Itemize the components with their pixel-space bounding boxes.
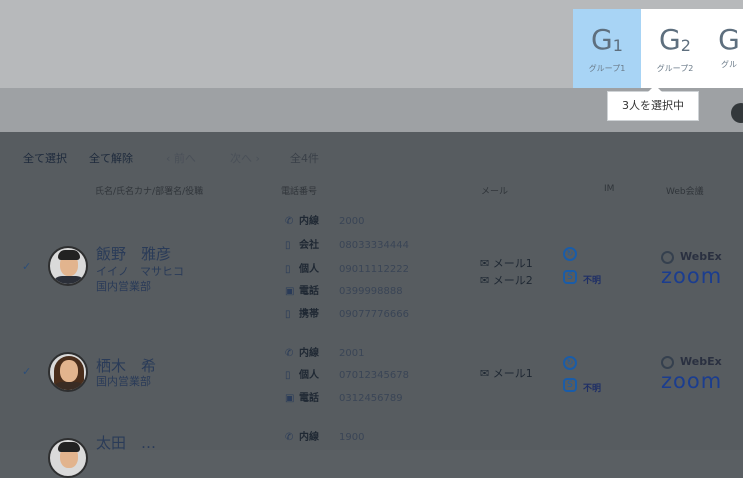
avatar <box>48 352 88 392</box>
phone-row[interactable]: ▯ 携帯 09077776666 <box>285 305 409 320</box>
select-all-link[interactable]: 全て選択 <box>23 150 67 166</box>
header-mail[interactable]: メール <box>481 184 508 197</box>
phone-row[interactable]: ▣ 電話 0399998888 <box>285 282 403 297</box>
phone-row[interactable]: ▣ 電話 0312456789 <box>285 389 403 404</box>
mobile-icon: ▯ <box>285 264 291 275</box>
phone-row[interactable]: ▯ 会社 08033334444 <box>285 236 409 251</box>
zoom-link[interactable]: zoom <box>661 264 722 288</box>
mobile-icon: ▯ <box>285 370 291 381</box>
group-1-sub: グループ1 <box>588 64 626 73</box>
group-button-2[interactable]: G2 グループ2 <box>641 9 709 88</box>
webex-icon <box>661 355 674 369</box>
phone-row[interactable]: ✆ 内線 1900 <box>285 428 364 443</box>
avatar-hair <box>58 250 80 260</box>
header-name[interactable]: 氏名/氏名カナ/部署名/役職 <box>95 184 203 197</box>
fax-icon: ▣ <box>285 393 295 404</box>
record-count: 全4件 <box>290 152 319 165</box>
phone-row[interactable]: ▯ 個人 09011112222 <box>285 260 409 275</box>
mail-icon: ✉ <box>480 257 490 270</box>
phone-icon: ✆ <box>285 216 294 227</box>
phone-row[interactable]: ✆ 内線 2001 <box>285 344 364 359</box>
person-name[interactable]: 飯野 雅彦 <box>96 243 171 264</box>
chevron-right-icon: › <box>255 152 260 165</box>
group-2-glyph: G2 <box>659 23 691 56</box>
header-phone[interactable]: 電話番号 <box>281 184 317 197</box>
im-status: 不明 <box>583 276 602 286</box>
row-checkmark-icon[interactable]: ✓ <box>22 365 31 378</box>
phone-icon: ✆ <box>285 432 294 443</box>
mobile-icon: ▯ <box>285 240 291 251</box>
webex-icon <box>661 250 674 264</box>
header-web[interactable]: Web会議 <box>666 184 704 197</box>
skype-icon[interactable]: S <box>563 270 577 284</box>
webex-link[interactable]: WebEx <box>661 250 722 264</box>
messenger-icon[interactable]: ↻ <box>563 247 577 261</box>
group-1-glyph: G1 <box>591 23 623 56</box>
avatar <box>48 438 88 478</box>
group-2-sub: グループ2 <box>656 64 694 73</box>
webex-link[interactable]: WebEx <box>661 355 722 369</box>
group-button-3[interactable]: G グル <box>709 9 743 88</box>
mobile-icon: ▯ <box>285 309 291 320</box>
mail-link[interactable]: ✉ メール1 <box>480 255 533 271</box>
next-link[interactable]: 次へ › <box>230 150 260 166</box>
fax-icon: ▣ <box>285 286 295 297</box>
avatar <box>48 246 88 286</box>
im-status: 不明 <box>583 384 602 394</box>
prev-link[interactable]: ‹ 前へ <box>166 150 196 166</box>
phone-row[interactable]: ▯ 個人 07012345678 <box>285 366 409 381</box>
person-kana: イイノ マサヒコ <box>96 265 184 278</box>
person-dept: 国内営業部 <box>96 280 151 293</box>
group-button-1[interactable]: G1 グループ1 <box>573 9 641 88</box>
mail-link[interactable]: ✉ メール1 <box>480 365 533 381</box>
deselect-all-link[interactable]: 全て解除 <box>89 150 133 166</box>
mail-icon: ✉ <box>480 274 490 287</box>
messenger-icon[interactable]: ↻ <box>563 356 577 370</box>
row-checkmark-icon[interactable]: ✓ <box>22 260 31 273</box>
group-3-sub: グル <box>721 60 737 69</box>
mail-icon: ✉ <box>480 367 490 380</box>
header-im[interactable]: IM <box>604 184 614 194</box>
avatar-face <box>60 360 78 382</box>
avatar-hair <box>58 442 80 452</box>
phone-icon: ✆ <box>285 348 294 359</box>
zoom-link[interactable]: zoom <box>661 369 722 393</box>
chevron-left-icon: ‹ <box>166 152 171 165</box>
skype-icon[interactable]: S <box>563 378 577 392</box>
selection-tooltip: 3人を選択中 <box>607 85 699 121</box>
phone-row[interactable]: ✆ 内線 2000 <box>285 212 364 227</box>
mail-link[interactable]: ✉ メール2 <box>480 272 533 288</box>
group-3-glyph: G <box>718 23 740 56</box>
person-dept: 国内営業部 <box>96 375 151 388</box>
